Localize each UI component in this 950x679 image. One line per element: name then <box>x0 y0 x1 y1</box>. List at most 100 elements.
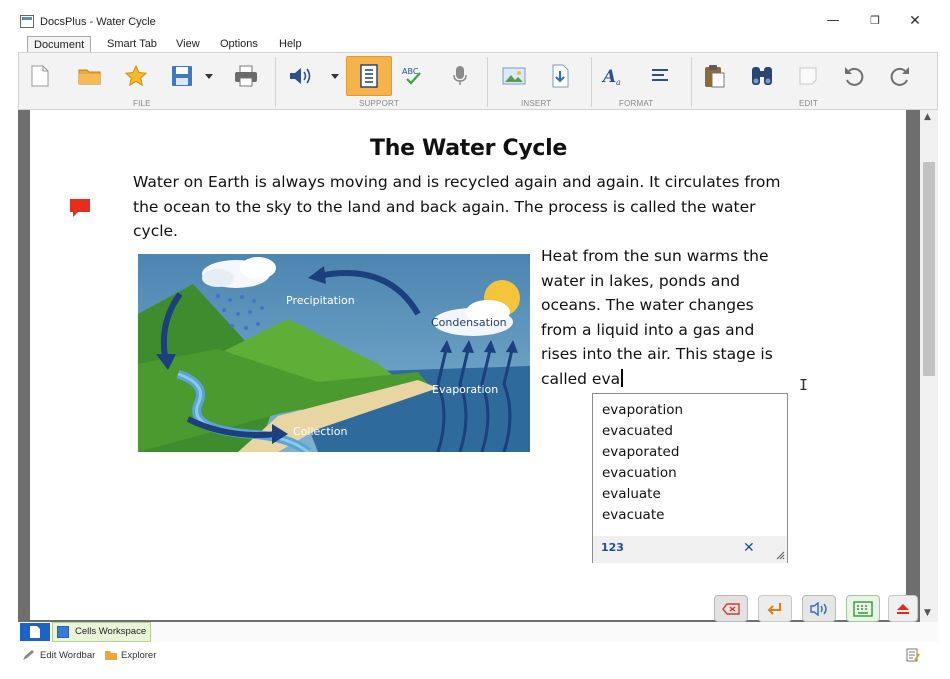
microphone-icon[interactable] <box>445 61 475 91</box>
menu-bar: Document Smart Tab View Options Help <box>0 35 950 53</box>
close-window-button[interactable]: ✕ <box>900 10 930 32</box>
suggestion-item[interactable]: evaporation <box>593 400 787 421</box>
enter-button[interactable] <box>758 595 792 622</box>
folder-icon <box>105 651 117 660</box>
label-condensation: Condensation <box>431 316 507 329</box>
pencil-icon <box>23 650 34 660</box>
favorite-star-icon[interactable] <box>121 61 151 91</box>
suggestion-item[interactable]: evacuate <box>593 505 787 526</box>
cells-icon <box>57 626 69 638</box>
page-icon <box>30 626 40 638</box>
scroll-up-icon[interactable]: ▲ <box>924 112 931 122</box>
group-label-insert: INSERT <box>521 99 552 108</box>
label-evaporation: Evaporation <box>432 383 498 396</box>
svg-text:a: a <box>616 78 621 87</box>
ribbon-separator <box>487 57 488 107</box>
speaker-icon[interactable] <box>285 61 315 91</box>
paragraph-line: rises into the air. This stage is <box>541 345 773 363</box>
paragraph-line: oceans. The water changes <box>541 296 754 314</box>
status-bar: Edit Wordbar Explorer <box>0 644 950 670</box>
scroll-thumb[interactable] <box>923 162 935 376</box>
ribbon-separator <box>591 57 592 107</box>
tab-smart-tab[interactable]: Smart Tab <box>101 36 163 53</box>
suggestion-item[interactable]: evaporated <box>593 442 787 463</box>
keyboard-button[interactable] <box>846 595 880 622</box>
enter-icon <box>767 602 781 615</box>
group-label-support: SUPPORT <box>359 99 399 108</box>
suggestion-list: evaporation evacuated evaporated evacuat… <box>593 400 787 526</box>
paragraph-line: from a liquid into a gas and <box>541 320 755 339</box>
paragraph-evaporation: Heat from the sun warms the water in lak… <box>541 244 801 391</box>
scroll-down-icon[interactable]: ▼ <box>924 608 931 618</box>
resize-grip-icon[interactable] <box>776 551 785 560</box>
word-prediction-popup: evaporation evacuated evaporated evacuat… <box>592 393 788 563</box>
title-bar: DocsPlus - Water Cycle — ❐ ✕ <box>0 0 950 36</box>
typed-prefix: called eva <box>541 369 621 388</box>
insert-image-icon[interactable] <box>499 61 529 91</box>
water-cycle-illustration[interactable]: Precipitation Condensation Evaporation C… <box>138 254 530 452</box>
paragraph-line: Heat from the sun warms the <box>541 247 769 265</box>
save-icon[interactable] <box>167 61 197 91</box>
word-prediction-icon[interactable] <box>346 56 392 96</box>
group-label-file: FILE <box>133 99 151 108</box>
paste-icon[interactable] <box>699 61 729 91</box>
close-suggestions-icon[interactable]: ✕ <box>743 540 755 556</box>
speak-button[interactable] <box>802 595 836 622</box>
speak-icon <box>810 601 827 616</box>
dropdown-arrow-icon[interactable] <box>201 61 217 91</box>
tab-help[interactable]: Help <box>273 36 308 53</box>
explorer-link[interactable]: Explorer <box>121 650 156 661</box>
group-label-format: FORMAT <box>619 99 654 108</box>
paragraph-line-typing: called eva <box>541 367 801 392</box>
document-heading: The Water Cycle <box>370 136 568 161</box>
text-cursor-icon: I <box>799 376 809 394</box>
app-logo-icon <box>20 15 34 28</box>
minimize-button[interactable]: — <box>818 10 848 32</box>
tab-options[interactable]: Options <box>214 36 264 53</box>
keyboard-icon <box>853 600 873 617</box>
font-format-icon[interactable]: Aa <box>599 61 629 91</box>
paragraph-intro: Water on Earth is always moving and is r… <box>133 173 781 240</box>
find-binoculars-icon[interactable] <box>747 61 777 91</box>
print-icon[interactable] <box>231 61 261 91</box>
paragraph-line: water in lakes, ponds and <box>541 271 740 290</box>
paragraph-align-icon[interactable] <box>645 61 675 91</box>
new-file-icon[interactable] <box>25 61 55 91</box>
ribbon-separator <box>275 57 276 107</box>
insert-file-icon[interactable] <box>545 61 575 91</box>
redo-icon[interactable] <box>885 61 915 91</box>
cells-workspace-label: Cells Workspace <box>75 626 147 637</box>
svg-text:A: A <box>601 67 616 87</box>
undo-icon[interactable] <box>839 61 869 91</box>
maximize-button[interactable]: ❐ <box>860 10 890 32</box>
cells-workspace-tab[interactable]: Cells Workspace <box>52 622 152 642</box>
backspace-icon <box>722 602 740 615</box>
workspace-tabstrip: Cells Workspace <box>18 622 938 642</box>
spell-check-icon[interactable]: ABC <box>399 61 429 91</box>
backspace-button[interactable] <box>714 595 748 622</box>
edit-wordbar-link[interactable]: Edit Wordbar <box>40 650 95 661</box>
comment-note-icon[interactable] <box>793 61 823 91</box>
eject-button[interactable] <box>888 595 918 622</box>
vertical-scrollbar[interactable]: ▲ ▼ <box>920 110 938 622</box>
notes-icon[interactable] <box>906 648 920 662</box>
eject-icon <box>897 603 909 614</box>
text-caret <box>621 368 623 387</box>
comment-flag-icon[interactable] <box>69 198 91 218</box>
suggestion-item[interactable]: evacuated <box>593 421 787 442</box>
open-folder-icon[interactable] <box>75 61 105 91</box>
suggestion-item[interactable]: evaluate <box>593 484 787 505</box>
ribbon-toolbar: ABC Aa FILE SUPPORT INSERT FORMAT EDIT <box>18 52 938 110</box>
tab-view[interactable]: View <box>170 36 206 53</box>
dropdown-arrow-icon[interactable] <box>327 61 343 91</box>
window-title: DocsPlus - Water Cycle <box>40 16 156 28</box>
label-precipitation: Precipitation <box>286 294 355 307</box>
tab-document[interactable]: Document <box>27 36 92 53</box>
ribbon-separator <box>691 57 692 107</box>
number-mode-icon[interactable]: 123 <box>601 541 624 554</box>
spell-check-text: ABC <box>402 67 419 76</box>
page-view-tab[interactable] <box>20 623 50 641</box>
suggestion-footer: 123 ✕ <box>593 536 787 563</box>
app-window: DocsPlus - Water Cycle — ❐ ✕ Document Sm… <box>0 0 950 679</box>
suggestion-item[interactable]: evacuation <box>593 463 787 484</box>
